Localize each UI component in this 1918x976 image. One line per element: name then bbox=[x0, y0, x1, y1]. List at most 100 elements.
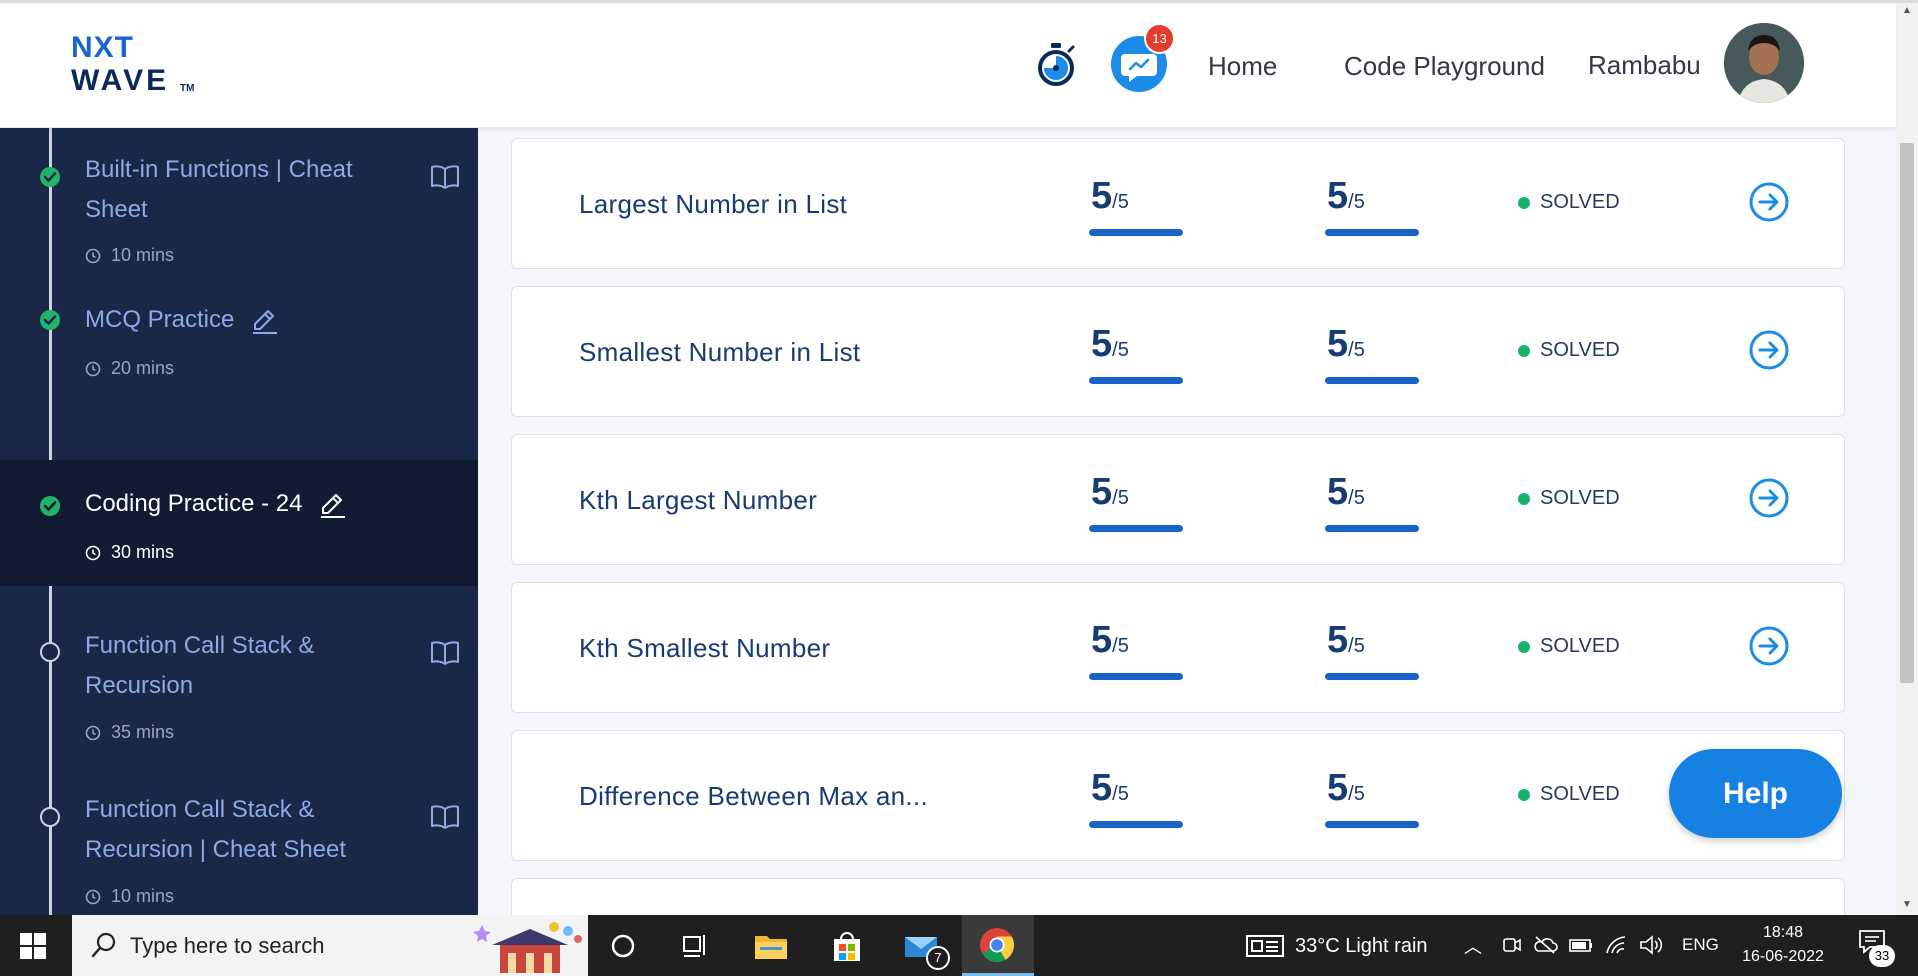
question-card[interactable]: Difference Between Max an... 5/5 5/5 SOL… bbox=[511, 730, 1845, 861]
logo-trademark: TM bbox=[180, 83, 195, 94]
chrome-icon bbox=[980, 928, 1014, 962]
notification-badge: 13 bbox=[1144, 23, 1175, 54]
question-card[interactable]: Largest Number in List 5/5 5/5 SOLVED bbox=[511, 138, 1845, 269]
file-explorer-icon[interactable] bbox=[752, 927, 790, 965]
score-1: 5/5 bbox=[1091, 323, 1129, 366]
sidebar-item-function-call-stack-recursion-cheat-sheet[interactable]: Function Call Stack & Recursion | Cheat … bbox=[0, 766, 478, 915]
sidebar-item-coding-practice-24[interactable]: Coding Practice - 24 30 mins bbox=[0, 460, 478, 586]
meet-now-icon[interactable] bbox=[1500, 933, 1524, 957]
sidebar-item-duration: 20 mins bbox=[85, 358, 174, 379]
sidebar-item-function-call-stack-recursion[interactable]: Function Call Stack & Recursion 35 mins bbox=[0, 586, 478, 766]
app-header: NXT WAVE TM 13 Home Code Playground Ramb… bbox=[0, 3, 1896, 128]
wifi-icon[interactable] bbox=[1604, 933, 1630, 957]
news-weather-icon[interactable] bbox=[1246, 935, 1284, 957]
question-title[interactable]: Largest Number in List bbox=[579, 189, 847, 220]
score-max: /5 bbox=[1112, 339, 1129, 361]
action-center-badge: 33 bbox=[1869, 945, 1895, 967]
clock-icon bbox=[85, 889, 101, 904]
score-value: 5 bbox=[1327, 619, 1349, 661]
scroll-thumb[interactable] bbox=[1900, 143, 1914, 683]
course-sidebar: Built-in Functions | Cheat Sheet 10 mins… bbox=[0, 128, 478, 915]
sidebar-item-builtin-functions-cheat-sheet[interactable]: Built-in Functions | Cheat Sheet 10 mins bbox=[0, 128, 478, 288]
clock-icon bbox=[85, 545, 101, 560]
question-card[interactable]: Kth Smallest Number 5/5 5/5 SOLVED bbox=[511, 582, 1845, 713]
sidebar-item-title-line2: Recursion bbox=[85, 672, 194, 699]
status-badge: SOLVED bbox=[1518, 635, 1620, 658]
score-max: /5 bbox=[1348, 191, 1365, 213]
question-title[interactable]: Kth Smallest Number bbox=[579, 633, 830, 664]
cortana-icon[interactable] bbox=[604, 927, 642, 965]
question-title[interactable]: Difference Between Max an... bbox=[579, 781, 928, 812]
taskbar-active-app[interactable] bbox=[962, 915, 1034, 976]
language-indicator[interactable]: ENG bbox=[1682, 935, 1719, 955]
book-icon bbox=[431, 805, 459, 829]
timer-icon[interactable] bbox=[1034, 41, 1078, 89]
task-view-icon[interactable] bbox=[676, 927, 714, 965]
score-2: 5/5 bbox=[1327, 619, 1365, 662]
sidebar-item-title-line2: Recursion | Cheat Sheet bbox=[85, 836, 347, 863]
nav-home-link[interactable]: Home bbox=[1208, 51, 1277, 82]
sidebar-item-title-line1: Function Call Stack & bbox=[85, 796, 315, 823]
weather-text[interactable]: 33°C Light rain bbox=[1295, 935, 1428, 958]
score-1-progress-bar bbox=[1089, 821, 1183, 828]
score-max: /5 bbox=[1348, 487, 1365, 509]
question-card-partial[interactable] bbox=[511, 878, 1845, 915]
score-max: /5 bbox=[1348, 635, 1365, 657]
score-2-progress-bar bbox=[1325, 821, 1419, 828]
taskbar-search-input[interactable]: Type here to search bbox=[72, 915, 588, 976]
arrow-right-circle-icon[interactable] bbox=[1748, 329, 1790, 371]
sidebar-item-title: Function Call Stack & Recursion bbox=[85, 626, 314, 706]
microsoft-store-icon[interactable] bbox=[828, 927, 866, 965]
volume-icon[interactable] bbox=[1638, 933, 1664, 957]
arrow-right-circle-icon[interactable] bbox=[1748, 477, 1790, 519]
page-scrollbar[interactable]: ▲ ▼ bbox=[1896, 3, 1918, 915]
question-card[interactable]: Smallest Number in List 5/5 5/5 SOLVED bbox=[511, 286, 1845, 417]
score-value: 5 bbox=[1327, 323, 1349, 365]
score-value: 5 bbox=[1327, 175, 1349, 217]
arrow-right-circle-icon[interactable] bbox=[1748, 181, 1790, 223]
status-text: SOLVED bbox=[1540, 783, 1620, 805]
windows-start-icon[interactable] bbox=[20, 933, 46, 959]
mail-badge: 7 bbox=[926, 946, 950, 970]
duration-text: 20 mins bbox=[111, 358, 175, 378]
duration-text: 35 mins bbox=[111, 722, 175, 742]
status-badge: SOLVED bbox=[1518, 783, 1620, 806]
solved-dot-icon bbox=[1518, 492, 1530, 505]
score-2: 5/5 bbox=[1327, 323, 1365, 366]
question-card[interactable]: Kth Largest Number 5/5 5/5 SOLVED bbox=[511, 434, 1845, 565]
onedrive-icon[interactable] bbox=[1532, 933, 1558, 957]
search-highlight-illustration-icon bbox=[472, 915, 588, 976]
battery-icon[interactable] bbox=[1568, 935, 1594, 955]
score-1-progress-bar bbox=[1089, 229, 1183, 236]
nxtwave-logo[interactable]: NXT WAVE TM bbox=[71, 31, 211, 97]
user-name[interactable]: Rambabu bbox=[1588, 50, 1701, 81]
question-title[interactable]: Kth Largest Number bbox=[579, 485, 817, 516]
score-max: /5 bbox=[1348, 783, 1365, 805]
score-2-progress-bar bbox=[1325, 377, 1419, 384]
sidebar-item-title-line1: MCQ Practice bbox=[85, 306, 235, 333]
score-2: 5/5 bbox=[1327, 471, 1365, 514]
arrow-right-circle-icon[interactable] bbox=[1748, 625, 1790, 667]
completed-check-icon bbox=[40, 167, 60, 187]
score-max: /5 bbox=[1112, 635, 1129, 657]
status-text: SOLVED bbox=[1540, 635, 1620, 657]
question-title[interactable]: Smallest Number in List bbox=[579, 337, 860, 368]
scroll-down-arrow-icon[interactable]: ▼ bbox=[1901, 899, 1913, 911]
duration-text: 10 mins bbox=[111, 245, 175, 265]
scroll-up-arrow-icon[interactable]: ▲ bbox=[1901, 5, 1913, 17]
sidebar-item-title-line2: Sheet bbox=[85, 196, 148, 223]
sidebar-item-duration: 35 mins bbox=[85, 722, 174, 743]
chevron-up-icon[interactable]: ︿ bbox=[1464, 933, 1482, 959]
logo-text-nxt: NXT bbox=[71, 31, 134, 64]
book-icon bbox=[431, 165, 459, 189]
pencil-icon bbox=[253, 309, 278, 334]
sidebar-item-title: Built-in Functions | Cheat Sheet bbox=[85, 150, 353, 230]
nav-code-playground-link[interactable]: Code Playground bbox=[1344, 51, 1545, 82]
help-button[interactable]: Help bbox=[1669, 749, 1842, 838]
avatar[interactable] bbox=[1724, 23, 1804, 103]
completed-check-icon bbox=[40, 310, 60, 330]
taskbar-clock[interactable]: 18:48 16-06-2022 bbox=[1733, 921, 1833, 969]
sidebar-item-title: MCQ Practice bbox=[85, 300, 279, 340]
score-value: 5 bbox=[1091, 323, 1113, 365]
score-value: 5 bbox=[1091, 619, 1113, 661]
